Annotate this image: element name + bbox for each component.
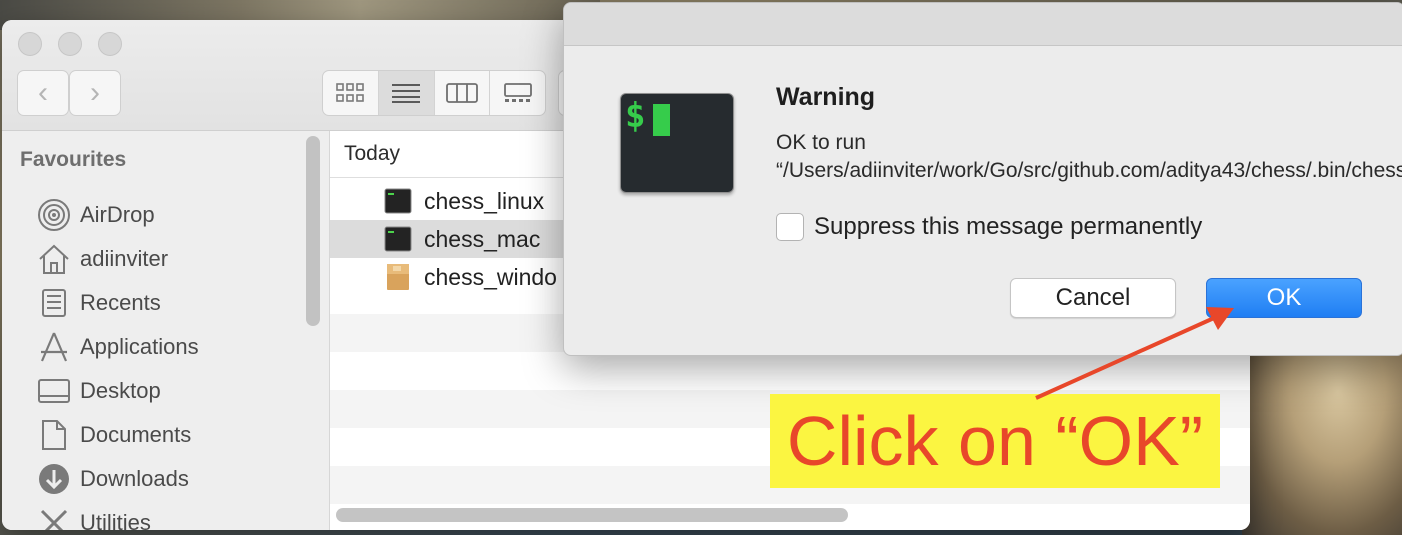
home-icon [36, 241, 72, 277]
sidebar-item-label: Documents [80, 422, 192, 447]
sidebar-item-label: Desktop [80, 378, 161, 403]
sidebar-item-airdrop[interactable]: AirDrop [36, 195, 155, 235]
downloads-icon [36, 461, 72, 497]
file-name: chess_linux [424, 187, 545, 214]
sidebar-item-adiinviter[interactable]: adiinviter [36, 239, 168, 279]
sidebar-item-downloads[interactable]: Downloads [36, 459, 189, 499]
terminal-exec-icon [384, 188, 412, 214]
sidebar-item-documents[interactable]: Documents [36, 415, 191, 455]
sidebar-scrollbar[interactable] [306, 136, 320, 326]
finder-sidebar: Favourites AirDrop adiinviter Recents Ap… [2, 131, 330, 530]
sidebar-item-applications[interactable]: Applications [36, 327, 199, 367]
recents-icon [36, 285, 72, 321]
chevron-left-icon: ‹ [38, 76, 48, 109]
sidebar-item-label: Recents [80, 290, 161, 315]
sidebar-item-utilities[interactable]: Utilities [36, 503, 151, 530]
zoom-window-button[interactable] [98, 32, 122, 56]
list-view-button[interactable] [378, 71, 435, 115]
minimize-window-button[interactable] [58, 32, 82, 56]
terminal-cursor [653, 104, 670, 136]
terminal-prompt-glyph: $ [625, 96, 646, 136]
suppress-checkbox-row[interactable]: Suppress this message permanently [776, 213, 1202, 241]
sidebar-heading: Favourites [20, 148, 127, 171]
dialog-title: Warning [776, 83, 876, 111]
close-window-button[interactable] [18, 32, 42, 56]
annotation-text: Click on “OK” [786, 402, 1204, 480]
sidebar-item-label: Downloads [80, 466, 189, 491]
file-name: chess_windo [424, 263, 557, 290]
sidebar-item-recents[interactable]: Recents [36, 283, 161, 323]
documents-icon [36, 417, 72, 453]
cancel-button[interactable]: Cancel [1010, 278, 1176, 318]
icon-view-button[interactable] [323, 71, 379, 115]
horizontal-scrollbar[interactable] [336, 508, 848, 522]
sidebar-item-label: Utilities [80, 510, 151, 530]
airdrop-icon [36, 197, 72, 233]
applications-icon [36, 329, 72, 365]
sidebar-item-label: adiinviter [80, 246, 169, 271]
columns-icon [445, 83, 478, 103]
sidebar-item-label: Applications [80, 334, 199, 359]
file-name: chess_mac [424, 225, 541, 252]
dialog-titlebar [564, 3, 1402, 46]
chevron-right-icon: › [90, 76, 100, 109]
back-button[interactable]: ‹ [17, 70, 69, 116]
ok-button[interactable]: OK [1206, 278, 1362, 318]
group-header-label: Today [344, 142, 401, 165]
warning-dialog: $ Warning OK to run “/Users/adiinviter/w… [563, 2, 1402, 356]
sidebar-item-label: AirDrop [80, 202, 155, 227]
terminal-exec-icon [384, 226, 412, 252]
icon-grid-icon [336, 83, 365, 102]
exe-file-icon [387, 264, 409, 290]
forward-button[interactable]: › [69, 70, 121, 116]
dialog-message: OK to run “/Users/adiinviter/work/Go/src… [776, 131, 1402, 182]
suppress-checkbox-label[interactable]: Suppress this message permanently [814, 213, 1202, 241]
view-mode-segmented-control [322, 70, 546, 116]
terminal-app-icon: $ [620, 93, 734, 193]
suppress-checkbox[interactable] [776, 213, 804, 241]
column-view-button[interactable] [435, 71, 491, 115]
gallery-view-button[interactable] [490, 71, 545, 115]
annotation-callout: Click on “OK” [770, 394, 1220, 488]
gallery-icon [503, 83, 532, 102]
desktop-wallpaper-rock [1242, 330, 1402, 535]
list-lines-icon [392, 84, 421, 103]
sidebar-item-desktop[interactable]: Desktop [36, 371, 161, 411]
utilities-icon [36, 505, 72, 530]
desktop-icon [36, 373, 72, 409]
